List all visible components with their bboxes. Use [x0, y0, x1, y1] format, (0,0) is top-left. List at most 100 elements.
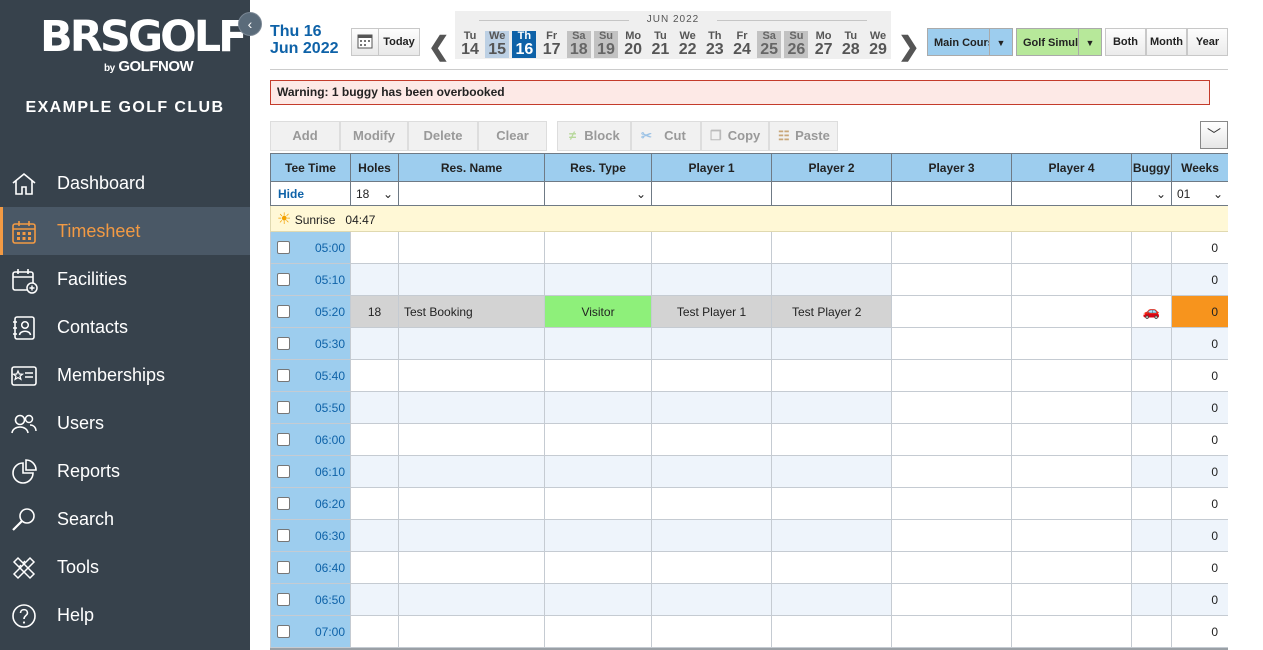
player-1-cell[interactable]	[651, 487, 772, 520]
player-4-cell[interactable]	[1011, 487, 1132, 520]
col-header-holes[interactable]: Holes	[350, 153, 399, 182]
buggy-cell[interactable]	[1131, 391, 1172, 424]
weeks-cell[interactable]: 0	[1171, 359, 1228, 392]
res-type-cell[interactable]	[544, 423, 652, 456]
tee-time-row[interactable]: 06:10 0	[270, 455, 1228, 488]
date-strip-day[interactable]: Fr 17	[540, 31, 564, 58]
tee-time-row[interactable]: 06:20 0	[270, 487, 1228, 520]
res-name-cell[interactable]	[398, 615, 545, 648]
tee-time-cell[interactable]: 05:50	[270, 391, 351, 424]
date-strip-day[interactable]: Mo 27	[812, 31, 836, 58]
course-selector-main[interactable]: Main Cours ▼	[927, 28, 1013, 56]
col-header-player-1[interactable]: Player 1	[651, 153, 772, 182]
holes-filter-select[interactable]: 18 ⌄	[350, 181, 399, 206]
hide-link[interactable]: Hide	[270, 181, 351, 206]
row-checkbox[interactable]	[277, 432, 290, 446]
player-4-cell[interactable]	[1011, 263, 1132, 296]
course-selector-sim[interactable]: Golf Simul ▼	[1016, 28, 1102, 56]
holes-cell[interactable]	[350, 423, 399, 456]
col-header-player-3[interactable]: Player 3	[891, 153, 1012, 182]
player-1-cell[interactable]	[651, 615, 772, 648]
buggy-cell[interactable]	[1131, 551, 1172, 584]
date-strip-day[interactable]: Tu 14	[458, 31, 482, 58]
date-picker-button[interactable]	[351, 28, 379, 56]
row-checkbox[interactable]	[277, 496, 290, 510]
res-name-filter-input[interactable]	[398, 181, 545, 206]
res-type-cell[interactable]	[544, 583, 652, 616]
res-name-cell[interactable]	[398, 519, 545, 552]
player-4-cell[interactable]	[1011, 455, 1132, 488]
paste-button[interactable]: ☷ Paste	[769, 121, 838, 151]
res-type-cell[interactable]	[544, 455, 652, 488]
player-3-cell[interactable]	[891, 455, 1012, 488]
weeks-cell[interactable]: 0	[1171, 615, 1228, 648]
tee-time-row[interactable]: 05:10 0	[270, 263, 1228, 296]
res-name-cell[interactable]	[398, 583, 545, 616]
sidebar-item-dashboard[interactable]: Dashboard	[0, 159, 250, 207]
buggy-filter-select[interactable]: ⌄	[1131, 181, 1172, 206]
view-year-button[interactable]: Year	[1187, 28, 1228, 56]
buggy-cell[interactable]	[1131, 519, 1172, 552]
date-strip-day[interactable]: Tu 28	[839, 31, 863, 58]
player-2-cell[interactable]	[771, 423, 892, 456]
view-both-button[interactable]: Both	[1105, 28, 1146, 56]
res-type-cell[interactable]	[544, 487, 652, 520]
sidebar-item-users[interactable]: Users	[0, 399, 250, 447]
player-3-cell[interactable]	[891, 295, 1012, 328]
add-button[interactable]: Add	[270, 121, 340, 151]
tee-time-cell[interactable]: 06:00	[270, 423, 351, 456]
player-2-cell[interactable]	[771, 551, 892, 584]
res-name-cell[interactable]	[398, 359, 545, 392]
holes-cell[interactable]	[350, 615, 399, 648]
res-type-cell[interactable]	[544, 519, 652, 552]
player-3-filter-input[interactable]	[891, 181, 1012, 206]
player-1-filter-input[interactable]	[651, 181, 772, 206]
buggy-cell[interactable]	[1131, 423, 1172, 456]
col-header-res-type[interactable]: Res. Type	[544, 153, 652, 182]
tee-time-cell[interactable]: 07:00	[270, 615, 351, 648]
modify-button[interactable]: Modify	[340, 121, 408, 151]
buggy-cell[interactable]	[1131, 615, 1172, 648]
prev-day-arrow-icon[interactable]: ❮	[428, 31, 450, 62]
player-2-cell[interactable]	[771, 615, 892, 648]
view-month-button[interactable]: Month	[1146, 28, 1187, 56]
block-button[interactable]: ≠ Block	[557, 121, 631, 151]
sidebar-item-search[interactable]: Search	[0, 495, 250, 543]
row-checkbox[interactable]	[277, 592, 290, 606]
clear-button[interactable]: Clear	[478, 121, 547, 151]
sidebar-item-facilities[interactable]: Facilities	[0, 255, 250, 303]
player-2-cell[interactable]: Test Player 2	[771, 295, 892, 328]
player-2-cell[interactable]	[771, 263, 892, 296]
tee-time-row[interactable]: 06:40 0	[270, 551, 1228, 584]
holes-cell[interactable]	[350, 583, 399, 616]
tee-time-row[interactable]: 05:20 18 Test Booking Visitor Test Player 1T…	[270, 295, 1228, 328]
tee-time-cell[interactable]: 06:40	[270, 551, 351, 584]
date-strip-day[interactable]: Th 16	[512, 31, 537, 58]
player-3-cell[interactable]	[891, 391, 1012, 424]
player-4-cell[interactable]	[1011, 583, 1132, 616]
buggy-cell[interactable]	[1131, 231, 1172, 264]
player-4-cell[interactable]	[1011, 327, 1132, 360]
holes-cell[interactable]	[350, 519, 399, 552]
chevron-down-icon[interactable]: ▼	[989, 28, 1013, 56]
player-4-cell[interactable]	[1011, 231, 1132, 264]
row-checkbox[interactable]	[277, 240, 290, 254]
res-name-cell[interactable]	[398, 391, 545, 424]
col-header-tee-time[interactable]: Tee Time	[270, 153, 351, 182]
player-2-filter-input[interactable]	[771, 181, 892, 206]
player-4-cell[interactable]	[1011, 551, 1132, 584]
col-header-weeks[interactable]: Weeks	[1171, 153, 1228, 182]
row-checkbox[interactable]	[277, 272, 290, 286]
res-type-cell[interactable]	[544, 231, 652, 264]
holes-cell[interactable]	[350, 327, 399, 360]
sidebar-item-timesheet[interactable]: Timesheet	[0, 207, 250, 255]
tee-time-row[interactable]: 05:50 0	[270, 391, 1228, 424]
player-1-cell[interactable]	[651, 519, 772, 552]
res-name-cell[interactable]	[398, 263, 545, 296]
res-name-cell[interactable]	[398, 487, 545, 520]
tee-time-row[interactable]: 05:00 0	[270, 231, 1228, 264]
player-2-cell[interactable]	[771, 583, 892, 616]
date-strip-day[interactable]: Sa 25	[757, 31, 782, 58]
player-3-cell[interactable]	[891, 519, 1012, 552]
tee-time-cell[interactable]: 05:10	[270, 263, 351, 296]
